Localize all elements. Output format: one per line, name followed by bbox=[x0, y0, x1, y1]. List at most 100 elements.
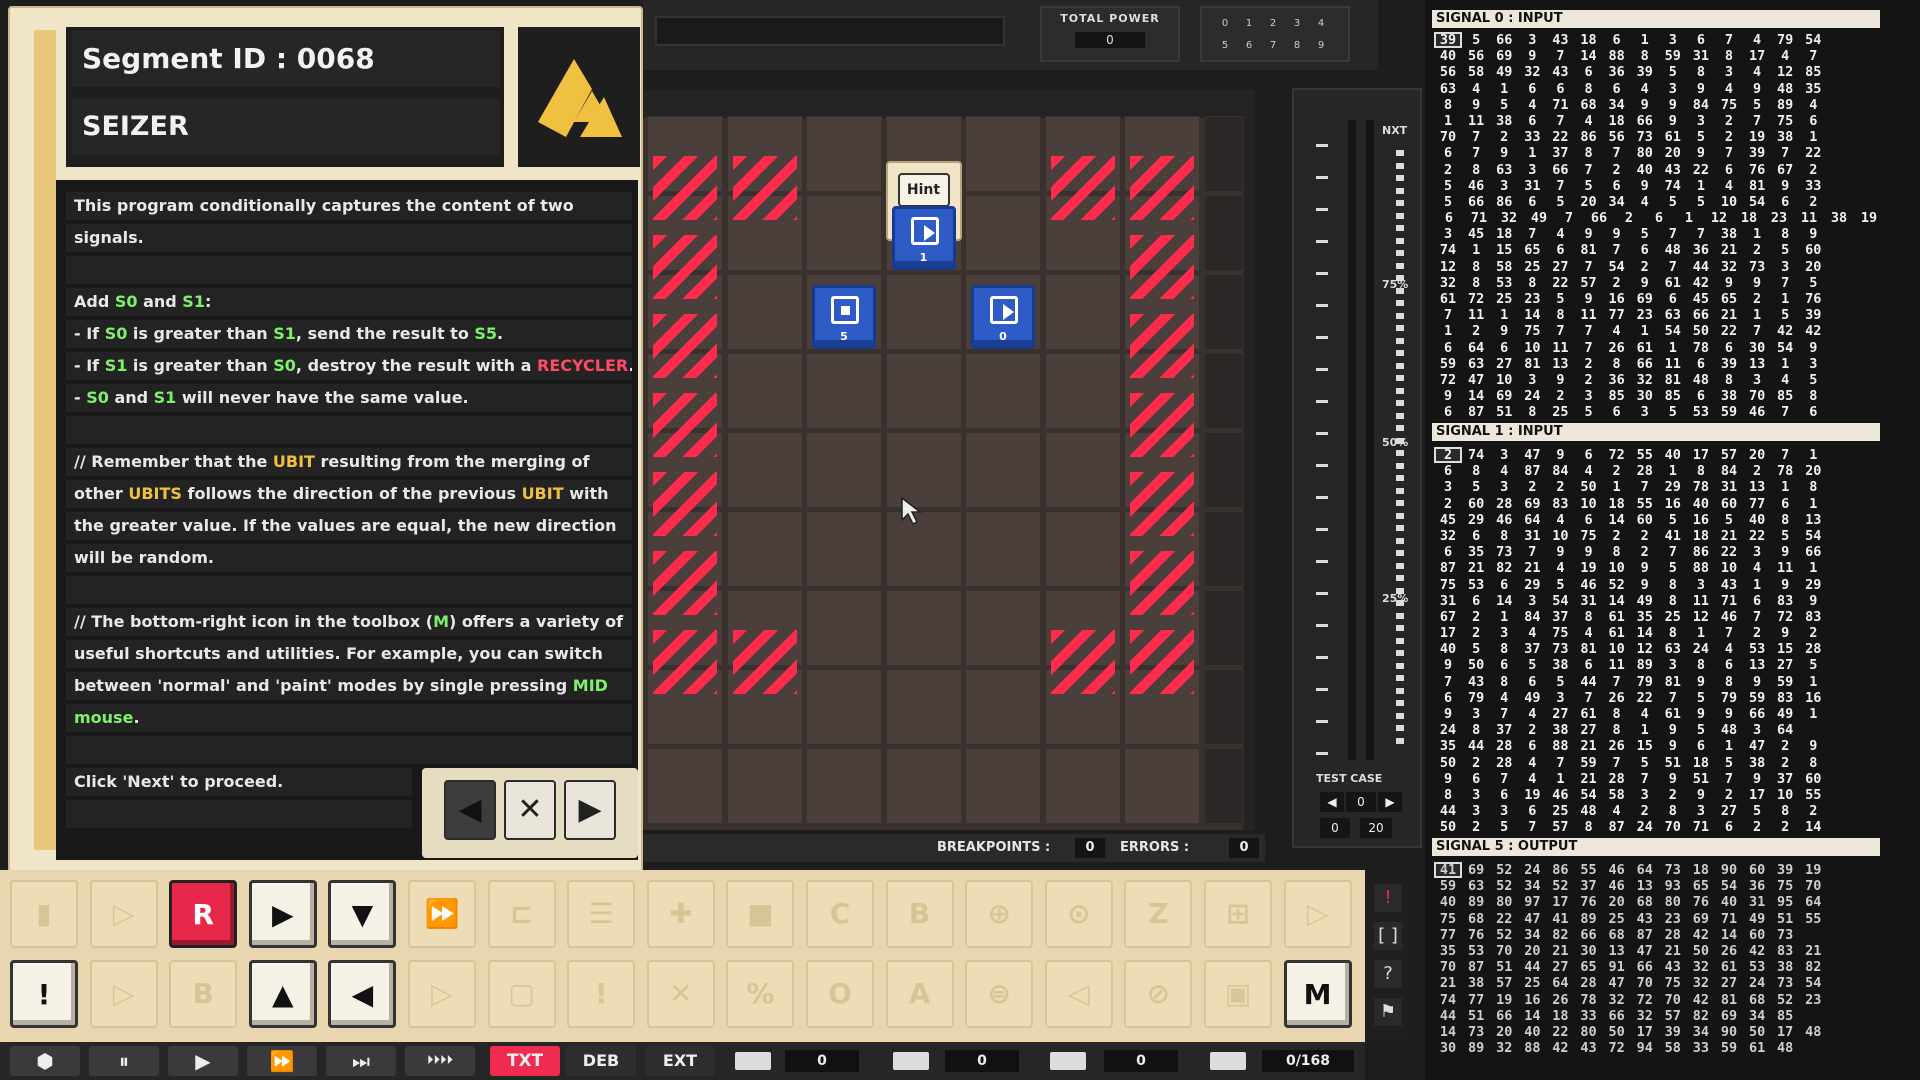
signal-value: 8 bbox=[1612, 544, 1621, 561]
ext-button[interactable]: EXT bbox=[645, 1046, 715, 1076]
tool-row2-0[interactable]: ! bbox=[10, 960, 78, 1028]
tool-row2-9[interactable]: % bbox=[726, 960, 795, 1028]
tool-row1-16[interactable]: ▷ bbox=[1283, 880, 1352, 948]
prev-button[interactable]: ◀ bbox=[444, 780, 496, 840]
speed-button-2[interactable]: ▶ bbox=[168, 1046, 238, 1076]
speed-button-4[interactable]: ⏭ bbox=[326, 1046, 396, 1076]
board-cell[interactable] bbox=[885, 590, 962, 666]
tool-row1-4[interactable]: ▼ bbox=[328, 880, 397, 948]
board-cell[interactable] bbox=[1044, 511, 1121, 587]
signal-value: 4 bbox=[1500, 689, 1509, 706]
speed-button-3[interactable]: ⏩ bbox=[247, 1046, 317, 1076]
board-cell[interactable] bbox=[885, 669, 962, 745]
board-cell[interactable] bbox=[1044, 274, 1121, 350]
tool-row1-0[interactable]: ▮ bbox=[10, 880, 78, 948]
tool-row1-13[interactable]: ⊙ bbox=[1044, 880, 1113, 948]
board-cell[interactable] bbox=[965, 116, 1041, 192]
side-button-3[interactable]: ⚑ bbox=[1374, 998, 1402, 1026]
board-cell[interactable] bbox=[726, 432, 803, 508]
board-cell[interactable] bbox=[726, 274, 803, 350]
tool-row2-4[interactable]: ◀ bbox=[328, 960, 397, 1028]
tool-row1-15[interactable]: ⊞ bbox=[1204, 880, 1272, 948]
board-cell[interactable] bbox=[1044, 748, 1121, 824]
tool-row2-15[interactable]: ▣ bbox=[1204, 960, 1272, 1028]
signal-value: 37 bbox=[1552, 608, 1569, 625]
board-cell[interactable] bbox=[1044, 432, 1121, 508]
board-cell[interactable] bbox=[965, 195, 1041, 271]
signal-value: 6 bbox=[1443, 463, 1453, 480]
side-button-0[interactable]: ! bbox=[1374, 884, 1402, 912]
close-button[interactable]: ✕ bbox=[504, 780, 556, 840]
board-cell[interactable] bbox=[1044, 353, 1121, 429]
board-cell[interactable] bbox=[965, 511, 1041, 587]
board-cell[interactable] bbox=[726, 511, 803, 587]
emitter-instruction[interactable]: 0 bbox=[971, 285, 1035, 349]
tool-row1-9[interactable]: ■ bbox=[726, 880, 795, 948]
hint-button[interactable]: Hint bbox=[897, 173, 950, 207]
tool-row1-7[interactable]: ☰ bbox=[567, 880, 636, 948]
board-cell[interactable] bbox=[806, 590, 882, 666]
signal-value: 2 bbox=[1612, 527, 1621, 544]
board-cell[interactable] bbox=[726, 748, 803, 824]
tool-row2-6[interactable]: ▢ bbox=[487, 960, 556, 1028]
board-cell[interactable] bbox=[965, 432, 1041, 508]
tool-row2-3[interactable]: ▲ bbox=[248, 960, 317, 1028]
tool-row1-5[interactable]: ⏩ bbox=[408, 880, 476, 948]
tool-row1-1[interactable]: ▷ bbox=[89, 880, 158, 948]
tool-row2-13[interactable]: ◁ bbox=[1044, 960, 1113, 1028]
board-cell[interactable] bbox=[885, 274, 962, 350]
speed-button-1[interactable]: ⏸ bbox=[89, 1046, 159, 1076]
next-button[interactable]: ▶ bbox=[564, 780, 616, 840]
board-cell[interactable] bbox=[965, 353, 1041, 429]
tool-row1-11[interactable]: B bbox=[885, 880, 954, 948]
tool-row2-1[interactable]: ▷ bbox=[89, 960, 158, 1028]
board-cell[interactable] bbox=[806, 353, 882, 429]
tool-row2-12[interactable]: ⊜ bbox=[965, 960, 1034, 1028]
board-cell[interactable] bbox=[647, 748, 723, 824]
tool-row2-8[interactable]: ✕ bbox=[646, 960, 715, 1028]
emitter-instruction[interactable]: 1 bbox=[891, 206, 956, 270]
signal-row: 9 3 7 4 27 61 8 4 61 9 9 66 49 1 bbox=[1434, 706, 1884, 722]
board-cell[interactable] bbox=[965, 748, 1041, 824]
board-cell[interactable] bbox=[806, 116, 882, 192]
gauge-segment bbox=[1396, 662, 1404, 669]
tool-row2-16[interactable]: M bbox=[1283, 960, 1352, 1028]
tool-row2-7[interactable]: ! bbox=[567, 960, 636, 1028]
stop-instruction[interactable]: 5 bbox=[812, 285, 876, 349]
board-cell[interactable] bbox=[965, 590, 1041, 666]
tool-row1-6[interactable]: ⊏ bbox=[487, 880, 556, 948]
side-button-1[interactable]: [ ] bbox=[1374, 922, 1402, 950]
tool-row2-2[interactable]: B bbox=[169, 960, 238, 1028]
board-cell[interactable] bbox=[1124, 748, 1200, 824]
board-cell[interactable] bbox=[885, 353, 962, 429]
tool-row1-12[interactable]: ⊕ bbox=[965, 880, 1034, 948]
tool-row1-10[interactable]: C bbox=[806, 880, 874, 948]
board-cell[interactable] bbox=[806, 195, 882, 271]
board-cell[interactable] bbox=[965, 669, 1041, 745]
tool-row1-3[interactable]: ▶ bbox=[248, 880, 317, 948]
tool-row1-14[interactable]: Z bbox=[1124, 880, 1193, 948]
tool-row1-2[interactable]: R bbox=[169, 880, 238, 948]
test-case-prev-button[interactable]: ◀ bbox=[1320, 792, 1344, 812]
board-cell[interactable] bbox=[885, 748, 962, 824]
board-cell[interactable] bbox=[726, 353, 803, 429]
board-cell[interactable] bbox=[806, 669, 882, 745]
board-cell[interactable] bbox=[806, 432, 882, 508]
txt-button[interactable]: TXT bbox=[490, 1046, 560, 1076]
test-case-next-button[interactable]: ▶ bbox=[1378, 792, 1402, 812]
side-button-2[interactable]: ? bbox=[1374, 960, 1402, 988]
signal-value: 1 bbox=[1809, 129, 1818, 146]
speed-button-0[interactable]: ⬢ bbox=[10, 1046, 80, 1076]
signal-value: 8 bbox=[1528, 274, 1537, 291]
deb-button[interactable]: DEB bbox=[566, 1046, 636, 1076]
tool-row2-14[interactable]: ⊘ bbox=[1124, 960, 1193, 1028]
tool-row2-5[interactable]: ▷ bbox=[408, 960, 476, 1028]
tool-row2-11[interactable]: A bbox=[885, 960, 954, 1028]
tool-row2-10[interactable]: O bbox=[806, 960, 874, 1028]
tool-row1-8[interactable]: ✚ bbox=[646, 880, 715, 948]
program-board[interactable]: Hint 1 5 0 bbox=[643, 116, 1244, 830]
board-cell[interactable] bbox=[806, 511, 882, 587]
board-cell[interactable] bbox=[806, 748, 882, 824]
speed-button-5[interactable]: ⏵⏵⏵⏵ bbox=[405, 1046, 475, 1076]
signal-value: 7 bbox=[1556, 112, 1565, 129]
